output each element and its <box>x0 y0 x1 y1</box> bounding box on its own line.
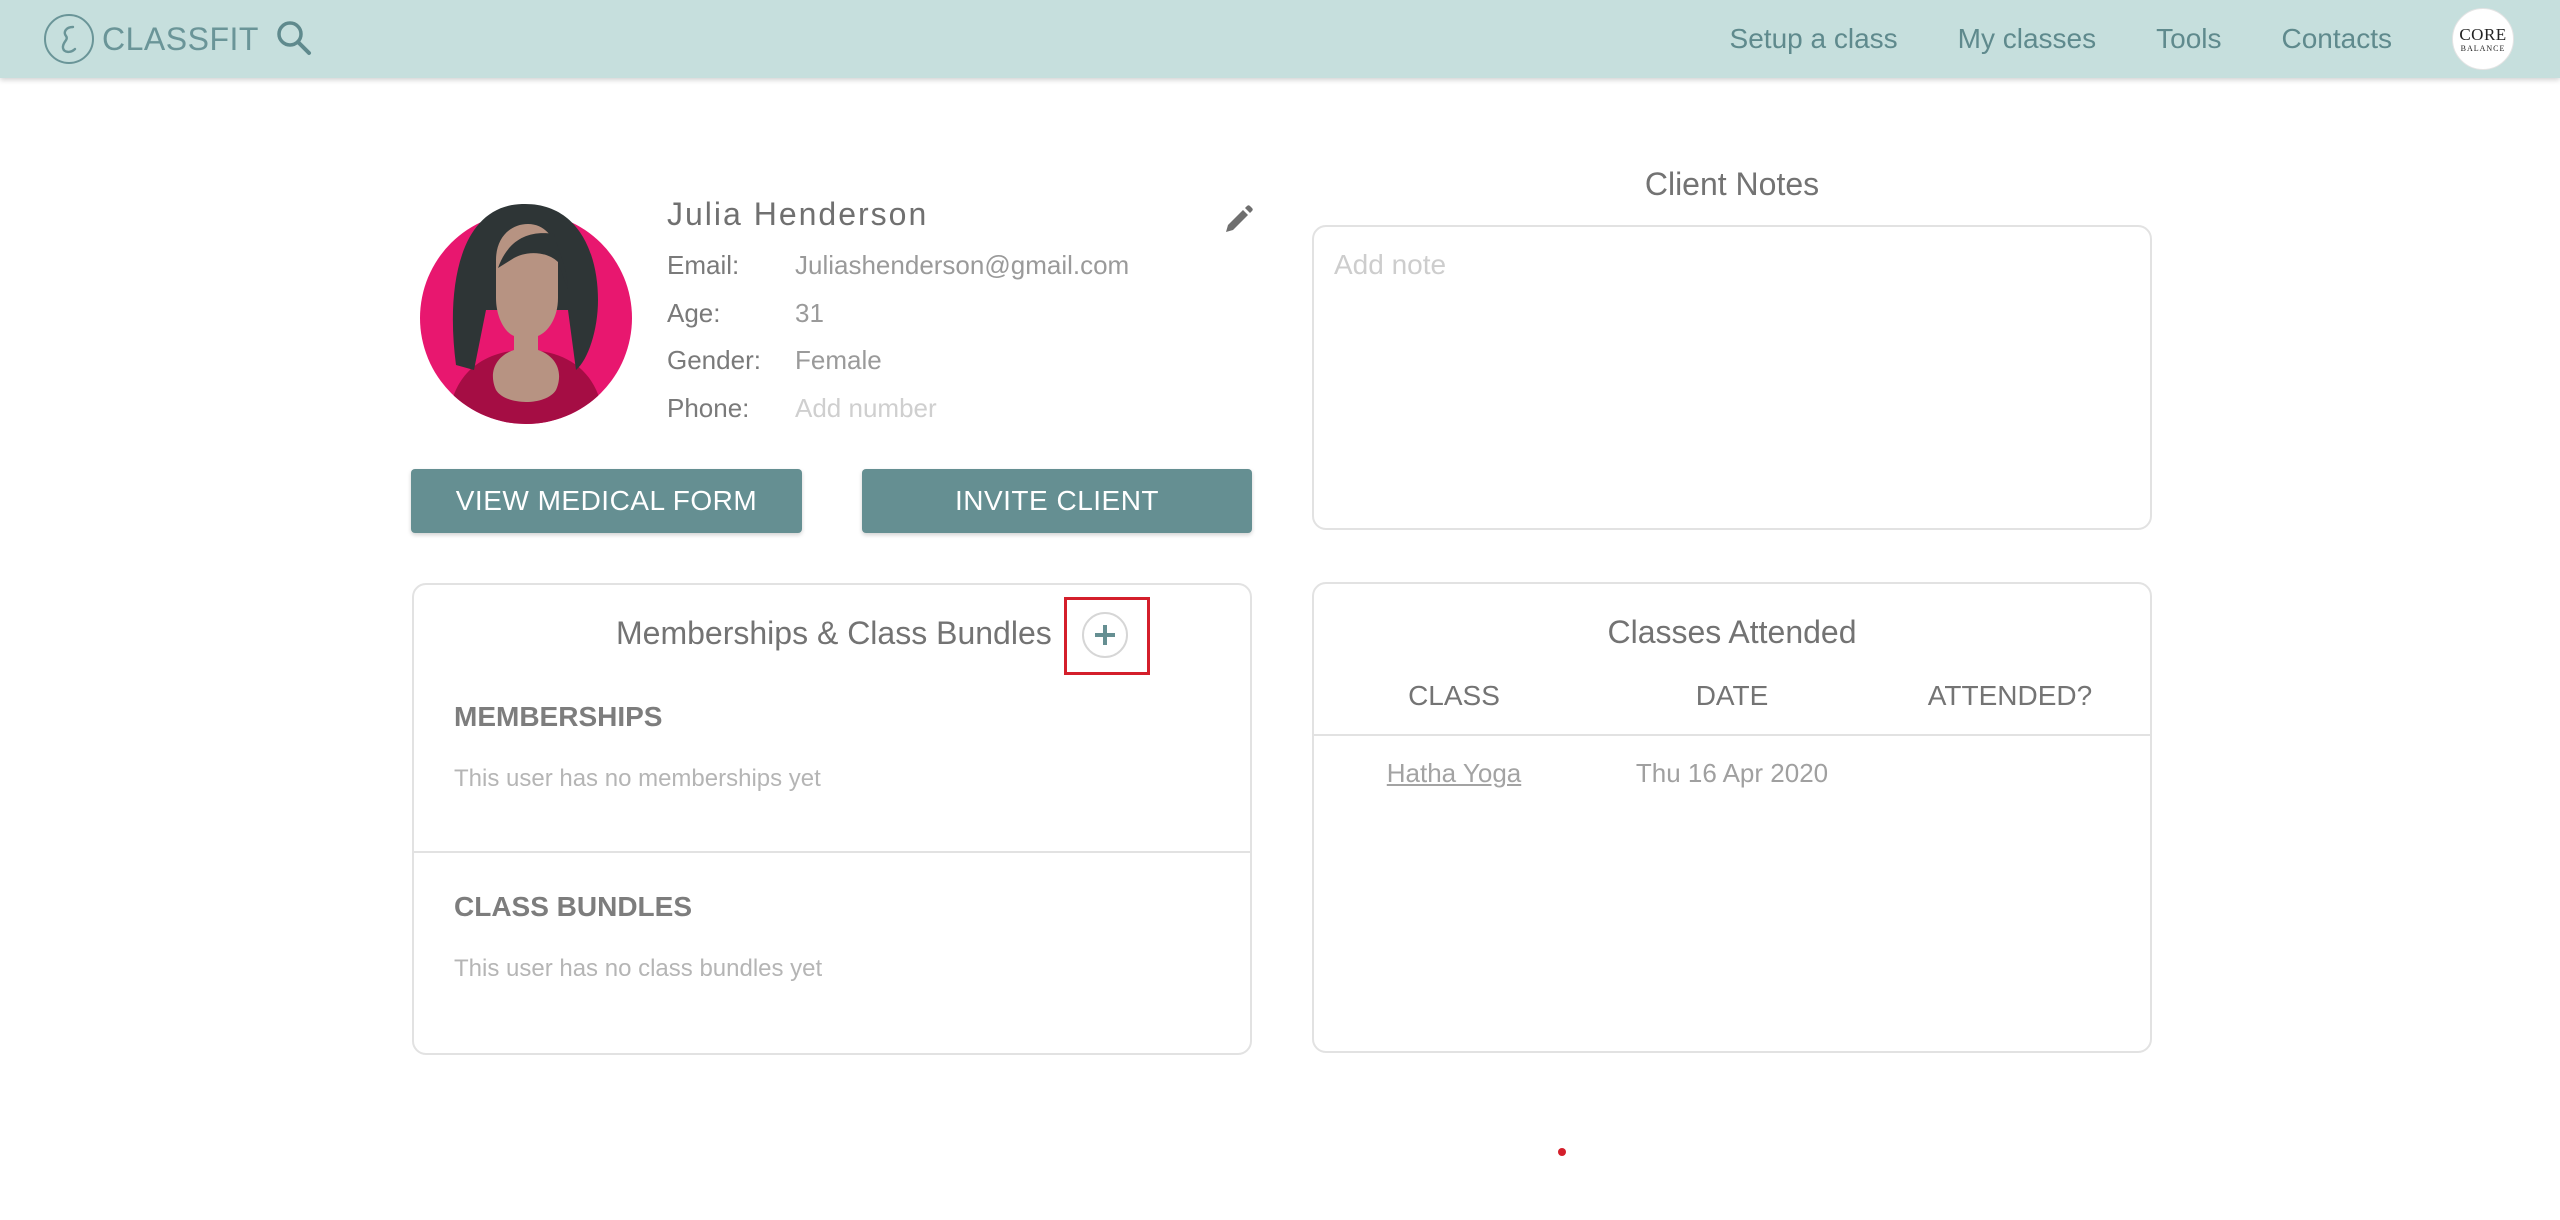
client-notes-title: Client Notes <box>1644 166 1820 202</box>
client-phone-row: Phone: Add number <box>667 390 937 426</box>
classes-attended-card: Classes Attended CLASS DATE ATTENDED? Ha… <box>1312 582 2152 1053</box>
gender-label: Gender: <box>667 344 761 375</box>
memberships-empty-text: This user has no memberships yet <box>454 765 821 792</box>
pencil-icon[interactable] <box>1222 204 1254 236</box>
phone-add-number[interactable]: Add number <box>795 393 937 424</box>
search-icon[interactable] <box>274 18 314 58</box>
phone-label: Phone: <box>667 392 750 423</box>
nav-my-classes[interactable]: My classes <box>1958 23 2096 55</box>
nav-contacts[interactable]: Contacts <box>2282 23 2393 55</box>
email-value: Juliashenderson@gmail.com <box>795 249 1130 280</box>
main-nav: Setup a class My classes Tools Contacts <box>1670 0 2392 78</box>
column-header-date: DATE <box>1695 680 1769 711</box>
column-header-attended: ATTENDED? <box>1927 680 2093 711</box>
class-bundles-heading: CLASS BUNDLES <box>454 891 693 922</box>
client-name: Julia Henderson <box>667 196 929 232</box>
logo-text: CLASSFIT <box>102 20 259 57</box>
studio-logo-line2: BALANCE <box>2460 43 2506 53</box>
nav-setup-class[interactable]: Setup a class <box>1730 23 1898 55</box>
plus-icon <box>1095 625 1115 645</box>
classfit-logo-icon <box>44 14 94 64</box>
client-age-row: Age: 31 <box>667 295 824 331</box>
memberships-card: Memberships & Class Bundles MEMBERSHIPS … <box>412 583 1252 1055</box>
gender-value: Female <box>795 344 882 375</box>
top-navbar: CLASSFIT Setup a class My classes Tools … <box>0 0 2560 78</box>
invite-client-button[interactable]: INVITE CLIENT <box>862 469 1252 533</box>
table-header-divider <box>1314 734 2150 736</box>
studio-avatar[interactable]: CORE BALANCE <box>2452 8 2514 70</box>
client-email-row: Email: Juliashenderson@gmail.com <box>667 247 1129 283</box>
classfit-logo[interactable]: CLASSFIT <box>44 10 259 68</box>
attended-class-date: Thu 16 Apr 2020 <box>1635 758 1829 788</box>
client-avatar <box>418 200 634 426</box>
nav-tools[interactable]: Tools <box>2156 23 2221 55</box>
memberships-card-title: Memberships & Class Bundles <box>616 615 1052 651</box>
class-bundles-empty-text: This user has no class bundles yet <box>454 955 823 982</box>
client-notes-input[interactable] <box>1312 225 2152 530</box>
attended-class-link[interactable]: Hatha Yoga <box>1314 758 1594 789</box>
age-label: Age: <box>667 297 721 328</box>
studio-logo-line1: CORE <box>2459 24 2507 44</box>
add-membership-button[interactable] <box>1082 612 1128 658</box>
memberships-heading: MEMBERSHIPS <box>454 701 663 732</box>
cursor-marker <box>1558 1148 1566 1156</box>
age-value: 31 <box>795 297 824 328</box>
section-divider <box>414 851 1250 853</box>
client-gender-row: Gender: Female <box>667 342 882 378</box>
view-medical-form-button[interactable]: VIEW MEDICAL FORM <box>411 469 802 533</box>
email-label: Email: <box>667 249 740 280</box>
column-header-class: CLASS <box>1408 680 1500 711</box>
classes-attended-title: Classes Attended <box>1607 614 1857 650</box>
